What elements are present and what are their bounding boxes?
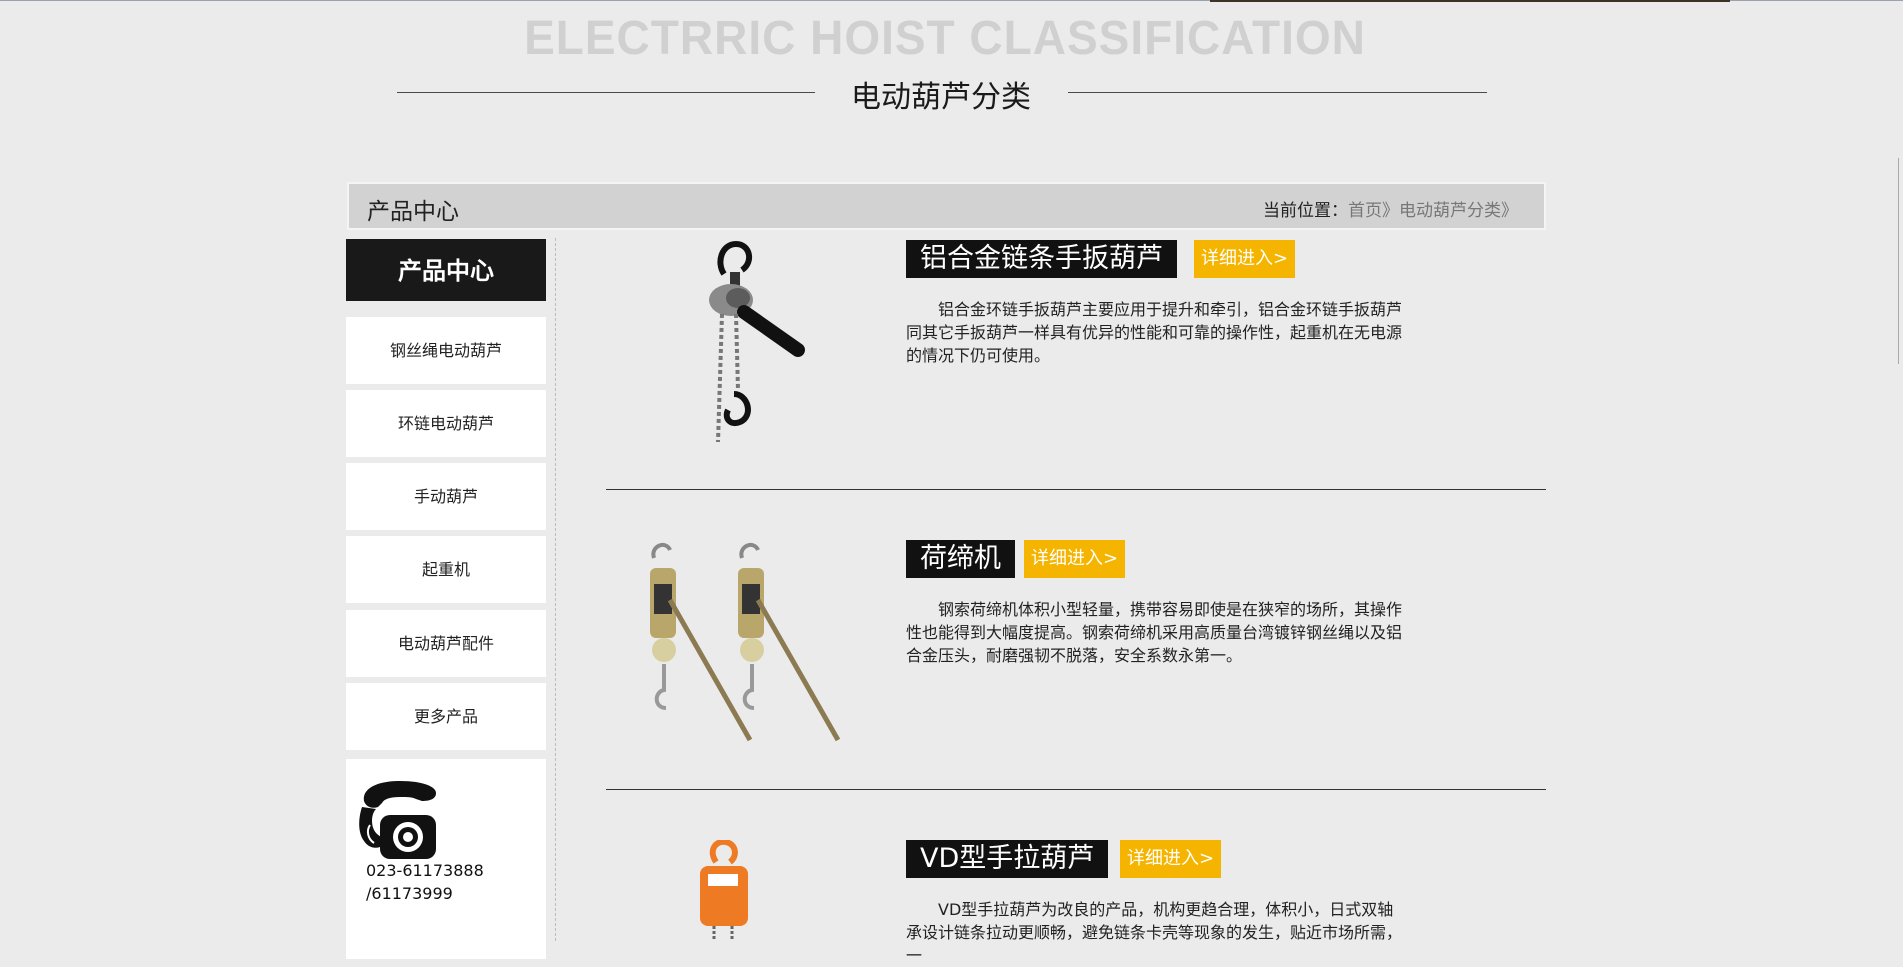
page-title: 产品中心 bbox=[367, 199, 459, 225]
telephone-icon bbox=[359, 781, 436, 859]
phone-number-1: 023-61173888 bbox=[366, 861, 484, 880]
product-detail-button[interactable]: 详细进入> bbox=[1120, 840, 1222, 878]
contact-box: 023-61173888 /61173999 bbox=[346, 759, 546, 959]
section-english-title: ELECTRRIC HOIST CLASSIFICATION bbox=[524, 9, 1366, 65]
scrollbar-track[interactable] bbox=[1898, 158, 1903, 364]
sidebar-item-hoist-parts[interactable]: 电动葫芦配件 bbox=[346, 610, 546, 677]
contact-phone: 023-61173888 /61173999 bbox=[366, 859, 484, 905]
breadcrumb-separator: 》 bbox=[1382, 201, 1399, 221]
product-title[interactable]: VD型手拉葫芦 bbox=[906, 840, 1109, 878]
section-title: 电动葫芦分类 bbox=[851, 80, 1031, 115]
sidebar-item-more-products[interactable]: 更多产品 bbox=[346, 683, 546, 750]
breadcrumb-home-link[interactable]: 首页 bbox=[1348, 201, 1382, 221]
sidebar-heading: 产品中心 bbox=[346, 239, 546, 301]
page-header-bar: 产品中心 当前位置：首页》电动葫芦分类》 bbox=[347, 182, 1546, 230]
lever-hoist-image[interactable] bbox=[666, 240, 806, 445]
product-title[interactable]: 铝合金链条手扳葫芦 bbox=[906, 240, 1177, 278]
product-description: 钢索荷缔机体积小型轻量，携带容易即使是在狭窄的场所，其操作性也能得到大幅度提高。… bbox=[906, 600, 1403, 665]
phone-number-2: /61173999 bbox=[366, 884, 453, 903]
breadcrumb: 当前位置：首页》电动葫芦分类》 bbox=[1263, 196, 1518, 221]
product-separator bbox=[606, 789, 1546, 790]
product-title[interactable]: 荷缔机 bbox=[906, 540, 1015, 578]
breadcrumb-label: 当前位置： bbox=[1263, 201, 1348, 221]
sidebar-item-chain-hoist[interactable]: 环链电动葫芦 bbox=[346, 390, 546, 457]
sidebar-item-crane[interactable]: 起重机 bbox=[346, 536, 546, 603]
title-rule-left bbox=[397, 92, 815, 93]
product-separator bbox=[606, 489, 1546, 490]
product-description: VD型手拉葫芦为改良的产品，机构更趋合理，体积小，日式双轴承设计链条拉动更顺畅，… bbox=[906, 900, 1403, 965]
chain-block-image[interactable] bbox=[686, 840, 776, 941]
cable-puller-image[interactable] bbox=[640, 540, 850, 745]
breadcrumb-current-link[interactable]: 电动葫芦分类 bbox=[1399, 201, 1501, 221]
product-detail-button[interactable]: 详细进入> bbox=[1024, 540, 1126, 578]
sidebar-item-manual-hoist[interactable]: 手动葫芦 bbox=[346, 463, 546, 530]
product-detail-button[interactable]: 详细进入> bbox=[1194, 240, 1296, 278]
title-rule-right bbox=[1068, 92, 1487, 93]
product-description: 铝合金环链手扳葫芦主要应用于提升和牵引，铝合金环链手扳葫芦同其它手扳葫芦一样具有… bbox=[906, 300, 1403, 365]
content-divider bbox=[555, 238, 556, 941]
breadcrumb-end: 》 bbox=[1501, 201, 1518, 221]
top-accent-line bbox=[1210, 0, 1730, 2]
sidebar-item-wire-rope-hoist[interactable]: 钢丝绳电动葫芦 bbox=[346, 317, 546, 384]
